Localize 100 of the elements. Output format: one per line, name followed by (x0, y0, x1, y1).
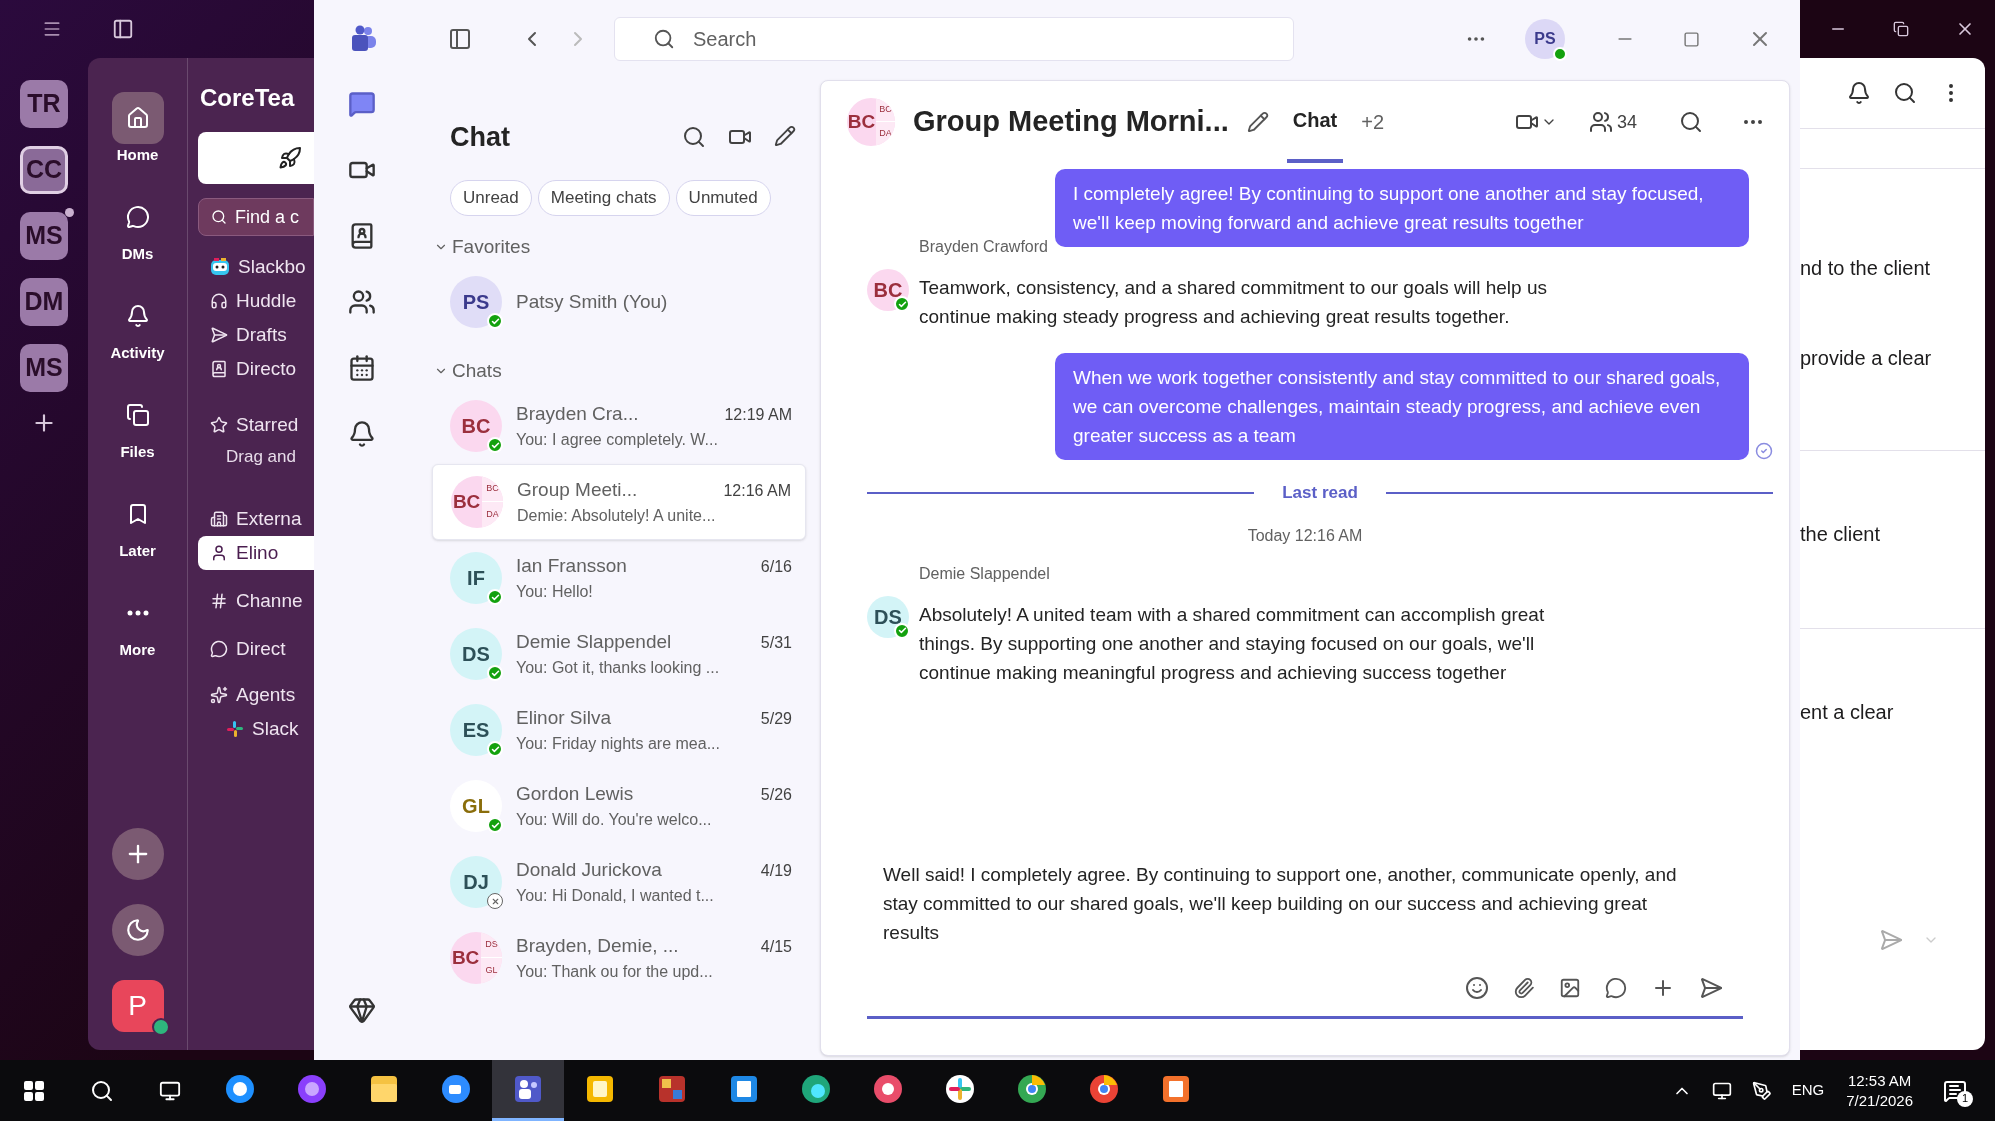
avatar: BC BC DA (451, 476, 503, 528)
task-view-icon[interactable] (159, 1079, 181, 1102)
emoji-icon[interactable] (1465, 976, 1489, 1000)
taskbar-app[interactable] (492, 1060, 564, 1121)
message-preview: You: Will do. You're welco... (516, 810, 713, 831)
message-preview: You: Friday nights are mea... (516, 734, 721, 755)
filter-chip[interactable]: Unmuted (675, 180, 771, 216)
contact-book-icon (210, 360, 228, 378)
more-icon (126, 610, 149, 616)
participants-icon[interactable] (1588, 110, 1613, 134)
chat-bubble-icon (210, 640, 228, 658)
chat-icon[interactable] (348, 90, 376, 118)
new-chat-icon[interactable] (774, 125, 796, 147)
maximize-icon[interactable] (1683, 30, 1700, 48)
nav-item[interactable]: DMs (111, 191, 164, 290)
chat-item[interactable]: DJ Donald Jurickova 4/19 You: Hi Donald, I wanted t... (432, 844, 806, 920)
image-icon[interactable] (1559, 977, 1581, 999)
calendar-icon[interactable] (348, 354, 376, 382)
avatar: DS (450, 628, 502, 680)
folder-icon (368, 1073, 400, 1105)
bell-icon[interactable] (1847, 81, 1871, 105)
message-text: provide a clear (1800, 346, 1933, 371)
search-icon (211, 209, 227, 225)
search-icon[interactable] (682, 125, 706, 149)
workspace-button[interactable]: TR (20, 80, 68, 128)
nav-item[interactable]: Activity (110, 290, 165, 389)
filter-chip[interactable]: Unread (450, 180, 532, 216)
sidebar-toggle-icon[interactable] (448, 27, 472, 51)
chat-item[interactable]: BC BC DA Group Meeti... 12:16 AM Demie: Absolutely! A unite... (432, 464, 806, 540)
sidebar-item[interactable]: Directo (198, 352, 314, 386)
browser-icon (800, 1073, 832, 1105)
avatar: GL (450, 780, 502, 832)
section-header[interactable]: Favorites (432, 230, 531, 264)
search-field[interactable]: Find a c (198, 198, 314, 236)
sidebar-item[interactable]: Huddle (198, 284, 314, 318)
message-preview: You: Thank ou for the upd... (516, 962, 714, 983)
message-text: nd to the client (1800, 256, 1932, 281)
message-compose-box[interactable]: Well said! I completely agree. By continuing to support one, another, communicate openly, and stay committed to our shared goals, we'll keep building on our success and achieving great results (867, 860, 1743, 1019)
clock[interactable]: 12:53 AM 7/21/2026 (1846, 1070, 1913, 1111)
orb-icon (296, 1073, 328, 1105)
search-icon[interactable] (1893, 81, 1917, 105)
edit-icon[interactable] (1246, 111, 1269, 133)
bell-icon[interactable] (348, 420, 376, 448)
compose-button[interactable] (198, 132, 314, 184)
restore-icon[interactable] (1893, 21, 1909, 37)
hint-text: Drag and (226, 446, 296, 469)
workspace-button[interactable]: CC (20, 146, 68, 194)
sidebar-item[interactable]: Agents (198, 678, 314, 712)
sidebar-item[interactable]: Drafts (198, 318, 314, 352)
workspace-button[interactable]: MS (20, 344, 68, 392)
notifications-icon[interactable] (1943, 1078, 1967, 1103)
section-header[interactable]: Chats (432, 354, 502, 388)
network-icon[interactable] (1711, 1080, 1732, 1101)
pen-icon[interactable] (1751, 1080, 1772, 1101)
search-icon[interactable] (90, 1078, 114, 1103)
contact-name: Elinor Silva (516, 705, 612, 730)
diamond-icon[interactable] (348, 996, 376, 1024)
sent-message: I completely agree! By continuing to support one another and stay focused, we'll keep moving forward and achieve great results together (1055, 169, 1749, 247)
theme-button[interactable] (111, 904, 164, 956)
avatar: DJ (450, 856, 502, 908)
language-indicator[interactable]: ENG (1791, 1079, 1825, 1102)
sidebar-toggle-icon[interactable] (112, 18, 134, 40)
start-icon[interactable] (22, 1078, 46, 1103)
sidebar-item[interactable]: Direct (198, 632, 314, 666)
menu-icon[interactable] (42, 19, 62, 39)
user-avatar[interactable]: P (111, 980, 164, 1032)
chat-item[interactable]: DS Demie Slappendel 5/31 You: Got it, thanks looking ... (432, 616, 806, 692)
sidebar-item[interactable]: Channe (198, 584, 314, 618)
chat-item[interactable]: IF Ian Fransson 6/16 You: Hello! (432, 540, 806, 616)
send-icon[interactable] (1699, 976, 1723, 1000)
nav-item[interactable]: Files (111, 389, 164, 488)
sidebar-item[interactable]: Slack (198, 712, 314, 746)
more-tabs[interactable]: +2 (1361, 107, 1385, 137)
contact-name: Group Meeti... (517, 477, 638, 502)
avatar: BC (450, 400, 502, 452)
nav-item[interactable]: More (111, 587, 164, 686)
workspace-button[interactable]: MS (20, 212, 68, 260)
add-button[interactable] (111, 828, 164, 880)
chat-item[interactable]: BC Brayden Cra... 12:19 AM You: I agree completely. W... (432, 388, 806, 464)
slack-logo-icon (226, 720, 244, 738)
chat-item[interactable]: PS Patsy Smith (You) (432, 264, 806, 340)
nav-item[interactable]: Later (111, 488, 164, 587)
chat-item[interactable]: GL Gordon Lewis 5/26 You: Will do. You're welco... (432, 768, 806, 844)
contact-name: Brayden, Demie, ... (516, 933, 679, 958)
profile-avatar[interactable]: PS (1525, 19, 1565, 59)
chat-item[interactable]: ES Elinor Silva 5/29 You: Friday nights are mea... (432, 692, 806, 768)
attach-icon[interactable] (1513, 977, 1535, 999)
sidebar-item[interactable]: Elino (198, 536, 314, 570)
search-field[interactable]: Search (614, 17, 1294, 61)
tab[interactable]: Chat (1286, 81, 1344, 163)
sidebar-item[interactable]: Slackbo (198, 250, 314, 284)
message-input[interactable]: Well said! I completely agree. By continuing to support one, another, communicate openly, and stay committed to our shared goals, we'll keep building on our success and achieving great results (867, 860, 1697, 960)
chat-item[interactable]: BC DS GL Brayden, Demie, ... 4/15 You: Thank ou for the upd... (432, 920, 806, 996)
workspace-button[interactable]: DM (20, 278, 68, 326)
sidebar-item[interactable]: Externa (198, 502, 314, 536)
filter-chip[interactable]: Meeting chats (537, 180, 670, 216)
search-icon[interactable] (1679, 110, 1703, 134)
people-icon[interactable] (348, 288, 376, 316)
sidebar-item[interactable]: Starred (198, 408, 314, 442)
send-icon (210, 326, 228, 344)
